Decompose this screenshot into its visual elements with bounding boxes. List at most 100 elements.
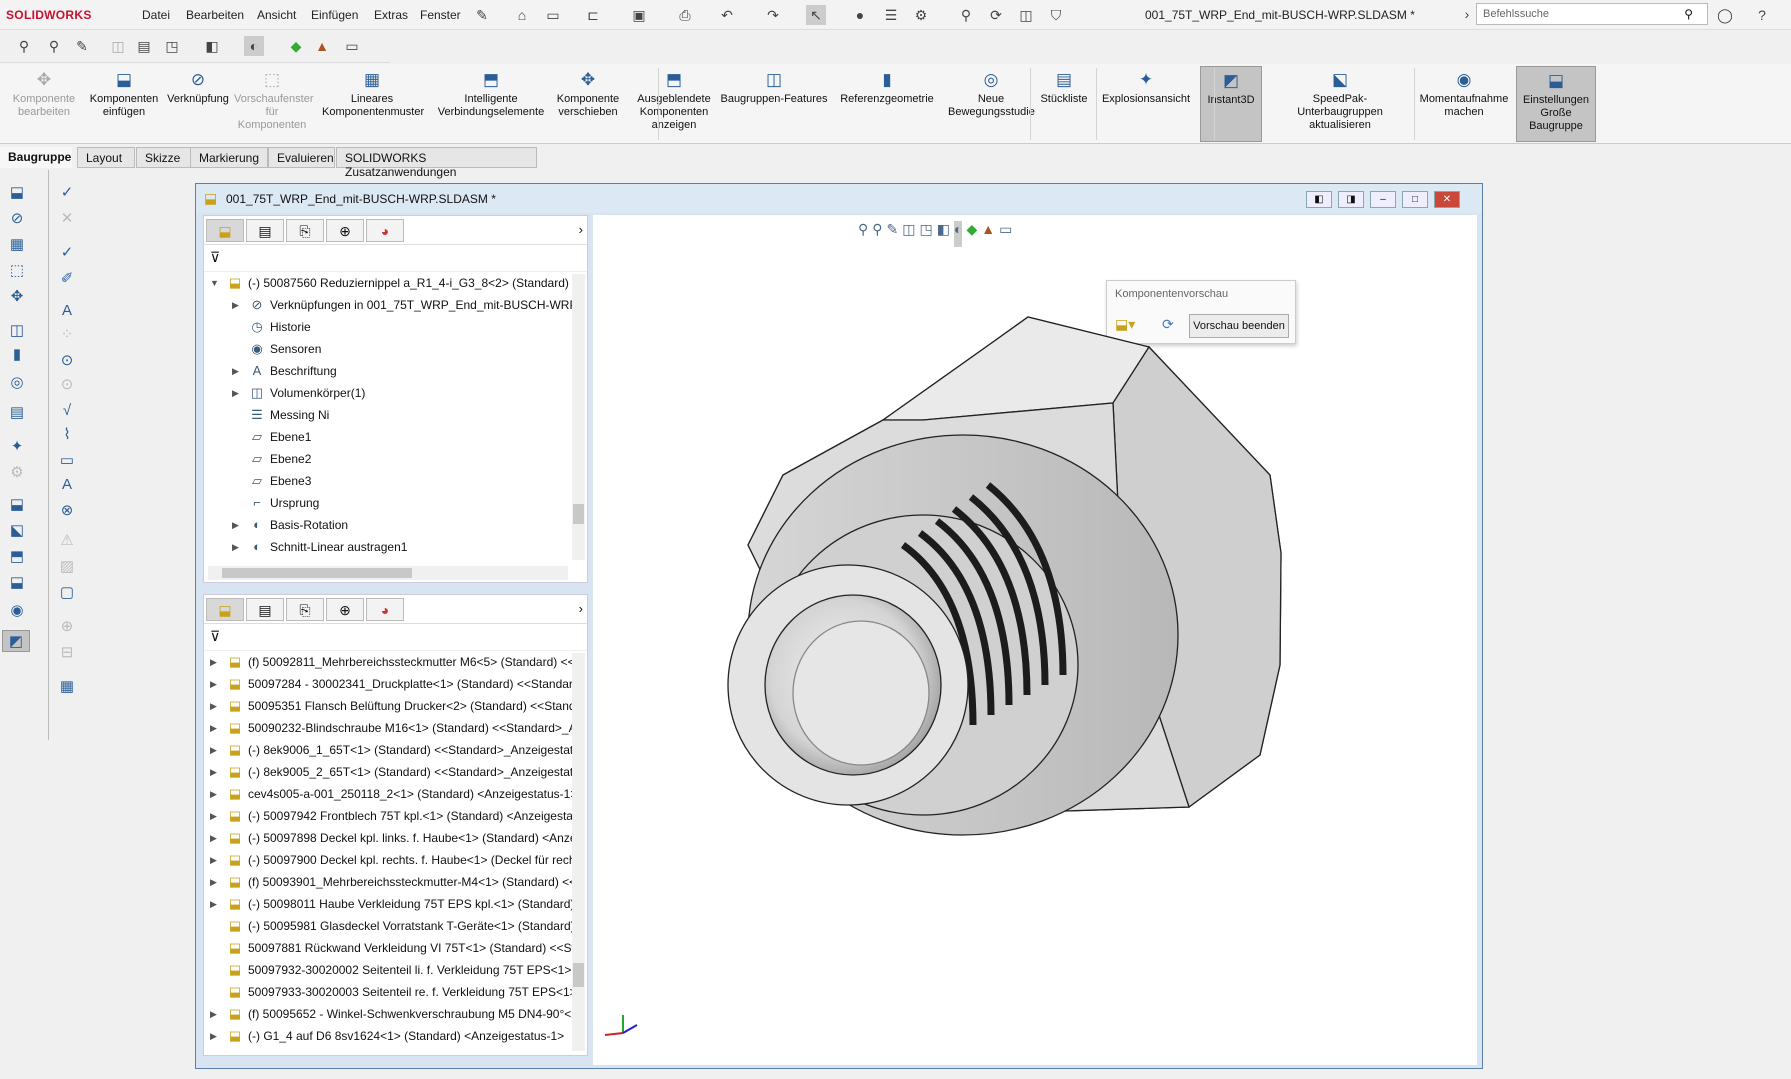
graphics-area[interactable]: ⚲ ⚲ ✎ ◫ ◳ ◧ ◐ ◆ ▲ ▭ Komponentenvorschau …	[593, 215, 1477, 1065]
pattern-icon[interactable]: ▦	[6, 234, 28, 256]
traffic-light-icon[interactable]: ●	[850, 5, 870, 25]
insert-component-icon[interactable]: ⬓	[6, 182, 28, 204]
tree-row[interactable]: ▶ ◫ Volumenkörper(1)	[204, 382, 574, 404]
expand-icon[interactable]: ▼	[210, 272, 220, 294]
new-document-icon[interactable]: ▭	[543, 5, 563, 25]
component-icon[interactable]: ⬓	[6, 494, 28, 516]
tree-row[interactable]: ▶ ◐ Basis-Rotation	[204, 514, 574, 536]
motion-study-icon[interactable]: ◎	[6, 372, 28, 394]
tree-row[interactable]: ⬓ 50097881 Rückwand Verkleidung VI 75T<1>…	[204, 937, 574, 959]
ribbon-komponente-bearbeiten[interactable]: ✥ Komponente bearbeiten	[0, 66, 88, 142]
ribbon-komponente-verschieben[interactable]: ✥ Komponente verschieben	[552, 66, 624, 142]
zoom-to-fit-icon[interactable]: ⚲	[14, 36, 34, 56]
ribbon-speedpak-unterbaugruppen-aktualisieren[interactable]: ⬕ SpeedPak-Unterbaugruppen aktualisieren	[1270, 66, 1410, 142]
ribbon-intelligente-verbindungselemente[interactable]: ⬒ Intelligente Verbindungselemente	[432, 66, 550, 142]
large-assembly-settings-icon[interactable]: ◩	[2, 630, 30, 652]
tree-row[interactable]: ⌐ Ursprung	[204, 492, 574, 514]
tree-row[interactable]: ▶ ⬓ (-) G1_4 auf D6 8sv1624<1> (Standard) …	[204, 1025, 574, 1047]
move-component-icon[interactable]: ✥	[6, 286, 28, 308]
surface-finish-icon[interactable]: √	[56, 400, 78, 422]
tab-evaluieren[interactable]: Evaluieren	[268, 147, 335, 168]
view-orientation-icon[interactable]: ◳	[162, 36, 182, 56]
tree-row[interactable]: ▶ ⬓ (-) 50097900 Deckel kpl. rechts. f. Ha…	[204, 849, 574, 871]
weld-symbol-icon[interactable]: ⌇	[56, 424, 78, 446]
user-icon[interactable]: ◯	[1715, 5, 1735, 25]
hide-show-icon[interactable]: ◐	[244, 36, 264, 56]
menu-ansicht[interactable]: Ansicht	[257, 8, 296, 22]
tree-row[interactable]: ▶ ⬓ (f) 50093901_Mehrbereichssteckmutter-M…	[204, 871, 574, 893]
expand-icon[interactable]: ▶	[210, 849, 220, 871]
tree-row[interactable]: ⬓ 50097932-30020002 Seitenteil li. f. Ver…	[204, 959, 574, 981]
ribbon-st-ckliste[interactable]: ▤ Stückliste	[1034, 66, 1094, 142]
menu-datei[interactable]: Datei	[142, 8, 170, 22]
note-icon[interactable]: A	[56, 300, 78, 322]
tree-row[interactable]: ▶ ⬓ (-) 50098011 Haube Verkleidung 75T EPS…	[204, 893, 574, 915]
bom-icon[interactable]: ▤	[6, 402, 28, 424]
tree-row[interactable]: ▶ ⬓ (-) 50097942 Frontblech 75T kpl.<1> (S…	[204, 805, 574, 827]
appearance-icon[interactable]: ◉	[6, 600, 28, 622]
search-tool-icon[interactable]: ⚲	[956, 5, 976, 25]
hscroll-thumb[interactable]	[222, 568, 412, 578]
format-painter-icon[interactable]: ✐	[56, 268, 78, 290]
tab-layout[interactable]: Layout	[77, 147, 135, 168]
ribbon-momentaufnahme-machen[interactable]: ◉ Momentaufnahme machen	[1416, 66, 1512, 142]
home-icon[interactable]: ⌂	[512, 5, 532, 25]
save-icon[interactable]: ▣	[629, 5, 649, 25]
minimize-button[interactable]: –	[1370, 191, 1396, 208]
tile-right-icon[interactable]: ◨	[1338, 191, 1364, 208]
vertical-scrollbar-bottom[interactable]	[572, 653, 585, 1051]
tree-row[interactable]: ▶ A Beschriftung	[204, 360, 574, 382]
table-icon[interactable]: ▦	[56, 676, 78, 698]
menu-extras[interactable]: Extras	[374, 8, 408, 22]
filter-icon[interactable]: ⊽	[210, 628, 220, 644]
tree-row[interactable]: ▱ Ebene1	[204, 426, 574, 448]
expand-icon[interactable]: ▶	[210, 893, 220, 915]
undo-icon[interactable]: ↶	[717, 5, 737, 25]
ribbon-explosionsansicht[interactable]: ✦ Explosionsansicht	[1096, 66, 1196, 142]
tree-row[interactable]: ▶ ⬓ cev4s005-a-001_250118_2<1> (Standard) …	[204, 783, 574, 805]
expand-icon[interactable]: ▶	[210, 1025, 220, 1047]
expand-icon[interactable]: ▶	[210, 717, 220, 739]
expand-icon[interactable]: ▶	[232, 294, 242, 316]
datum-feature-icon[interactable]: A	[56, 474, 78, 496]
display-manager-tab-icon[interactable]: ◕	[366, 219, 404, 242]
expand-icon[interactable]: ▶	[210, 827, 220, 849]
pin-icon[interactable]: ✎	[472, 5, 492, 25]
chevron-right-icon[interactable]: ›	[579, 222, 583, 237]
tree-row[interactable]: ▱ Ebene2	[204, 448, 574, 470]
tree-row[interactable]: ▶ ⬓ (-) 8ek9005_2_65T<1> (Standard) <<Stan…	[204, 761, 574, 783]
filter-icon[interactable]: ⊽	[210, 249, 220, 265]
section-view-icon[interactable]: ◫	[108, 36, 128, 56]
smart-fastener-icon[interactable]: ⬚	[6, 260, 28, 282]
tree-row[interactable]: ⬓ (-) 50095981 Glasdeckel Vorratstank T-G…	[204, 915, 574, 937]
command-search-input[interactable]: Befehlssuche ⚲	[1476, 3, 1708, 25]
expand-icon[interactable]: ▶	[210, 673, 220, 695]
dimxpert-tab-icon[interactable]: ⊕	[326, 598, 364, 621]
geometric-tolerance-icon[interactable]: ▭	[56, 450, 78, 472]
ribbon-vorschaufenster-f-r-komponenten[interactable]: ⬚ Vorschaufenster für Komponenten	[234, 66, 314, 142]
tab-baugruppe[interactable]: Baugruppe	[0, 147, 72, 168]
help-icon[interactable]: ?	[1752, 5, 1772, 25]
tree-row[interactable]: ▶ ⊘ Verknüpfungen in 001_75T_WRP_End_mit-B…	[204, 294, 574, 316]
mate-icon[interactable]: ⊘	[6, 208, 28, 230]
options-gear-icon[interactable]: ⚙	[911, 5, 931, 25]
menu-einfuegen[interactable]: Einfügen	[311, 8, 358, 22]
expand-icon[interactable]: ▶	[232, 382, 242, 404]
subassembly-icon[interactable]: ⬓	[6, 572, 28, 594]
reference-geometry-icon[interactable]: ▮	[6, 344, 28, 366]
previous-view-icon[interactable]: ✎	[72, 36, 92, 56]
tree-row[interactable]: ⬓ 50097933-30020003 Seitenteil re. f. Ver…	[204, 981, 574, 1003]
ribbon-lineares-komponentenmuster[interactable]: ▦ Lineares Komponentenmuster	[322, 66, 424, 142]
tree-filter-bottom[interactable]: ⊽	[204, 624, 587, 651]
tab-zusatzanwendungen[interactable]: SOLIDWORKS Zusatzanwendungen	[336, 147, 537, 179]
dimxpert-tab-icon[interactable]: ⊕	[326, 219, 364, 242]
open-icon[interactable]: ⊏	[583, 5, 603, 25]
tab-markierung[interactable]: Markierung	[190, 147, 268, 168]
expand-icon[interactable]: ▶	[210, 783, 220, 805]
assembly-icon[interactable]: ⬕	[6, 520, 28, 542]
tree-filter[interactable]: ⊽	[204, 245, 587, 272]
tree-row[interactable]: ◉ Sensoren	[204, 338, 574, 360]
redo-icon[interactable]: ↷	[763, 5, 783, 25]
tree-row[interactable]: ▶ ⬓ (-) 50097898 Deckel kpl. links. f. Hau…	[204, 827, 574, 849]
smart-dimension-icon[interactable]: ✓	[56, 182, 78, 204]
